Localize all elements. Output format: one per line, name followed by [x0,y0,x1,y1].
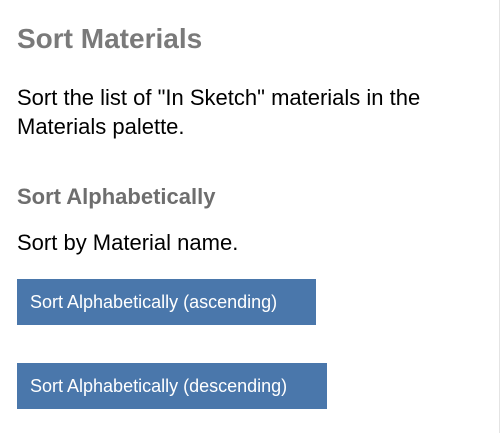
sort-materials-panel: Sort Materials Sort the list of "In Sket… [0,0,500,433]
page-title: Sort Materials [17,23,203,54]
sort-ascending-button[interactable]: Sort Alphabetically (ascending) [17,279,316,325]
section-heading-sort-alphabetically: Sort Alphabetically [17,184,216,209]
sort-descending-button[interactable]: Sort Alphabetically (descending) [17,363,327,409]
section-description: Sort by Material name. [17,230,239,255]
panel-description: Sort the list of "In Sketch" materials i… [17,85,421,139]
